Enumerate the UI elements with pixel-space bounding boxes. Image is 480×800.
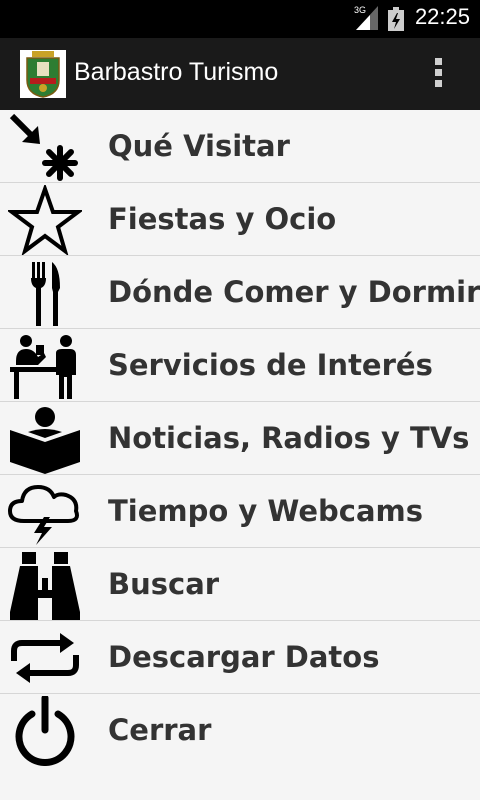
menu-item-label: Cerrar (108, 713, 212, 747)
app-title: Barbastro Turismo (74, 58, 279, 86)
coat-of-arms-icon[interactable] (20, 50, 66, 98)
menu-item-fiestas-ocio[interactable]: Fiestas y Ocio (0, 182, 480, 257)
star-outline-icon (5, 182, 84, 257)
menu-item-label: Dónde Comer y Dormir (108, 275, 480, 309)
menu-item-servicios[interactable]: Servicios de Interés (0, 329, 480, 402)
menu-item-tiempo[interactable]: Tiempo y Webcams (0, 475, 480, 548)
overflow-menu-icon[interactable] (428, 56, 448, 92)
sync-arrows-icon (8, 623, 82, 693)
visit-arrow-star-icon (8, 112, 82, 182)
menu-item-label: Noticias, Radios y TVs (108, 421, 470, 455)
menu-item-cerrar[interactable]: Cerrar (0, 694, 480, 766)
menu-item-descargar[interactable]: Descargar Datos (0, 621, 480, 694)
main-menu: Qué Visitar Fiestas y Ocio Dónde Comer y… (0, 110, 480, 766)
clock: 22:25 (414, 4, 470, 29)
menu-item-label: Fiestas y Ocio (108, 202, 337, 236)
menu-item-label: Tiempo y Webcams (108, 494, 424, 528)
reader-book-icon (8, 404, 82, 474)
battery-icon (388, 7, 404, 31)
signal-icon (356, 6, 378, 30)
menu-item-que-visitar[interactable]: Qué Visitar (0, 110, 480, 183)
menu-item-label: Qué Visitar (108, 129, 290, 163)
service-desk-icon (8, 331, 82, 401)
storm-cloud-icon (8, 477, 82, 547)
menu-item-comer-dormir[interactable]: Dónde Comer y Dormir (0, 256, 480, 329)
menu-item-label: Servicios de Interés (108, 348, 433, 382)
binoculars-icon (8, 550, 82, 620)
fork-knife-icon (8, 258, 82, 328)
status-bar: 3G 22:25 (0, 0, 480, 38)
menu-item-noticias[interactable]: Noticias, Radios y TVs (0, 402, 480, 475)
menu-item-label: Descargar Datos (108, 640, 380, 674)
action-bar: Barbastro Turismo (0, 38, 480, 110)
power-icon (8, 694, 82, 766)
menu-item-buscar[interactable]: Buscar (0, 548, 480, 621)
menu-item-label: Buscar (108, 567, 220, 601)
